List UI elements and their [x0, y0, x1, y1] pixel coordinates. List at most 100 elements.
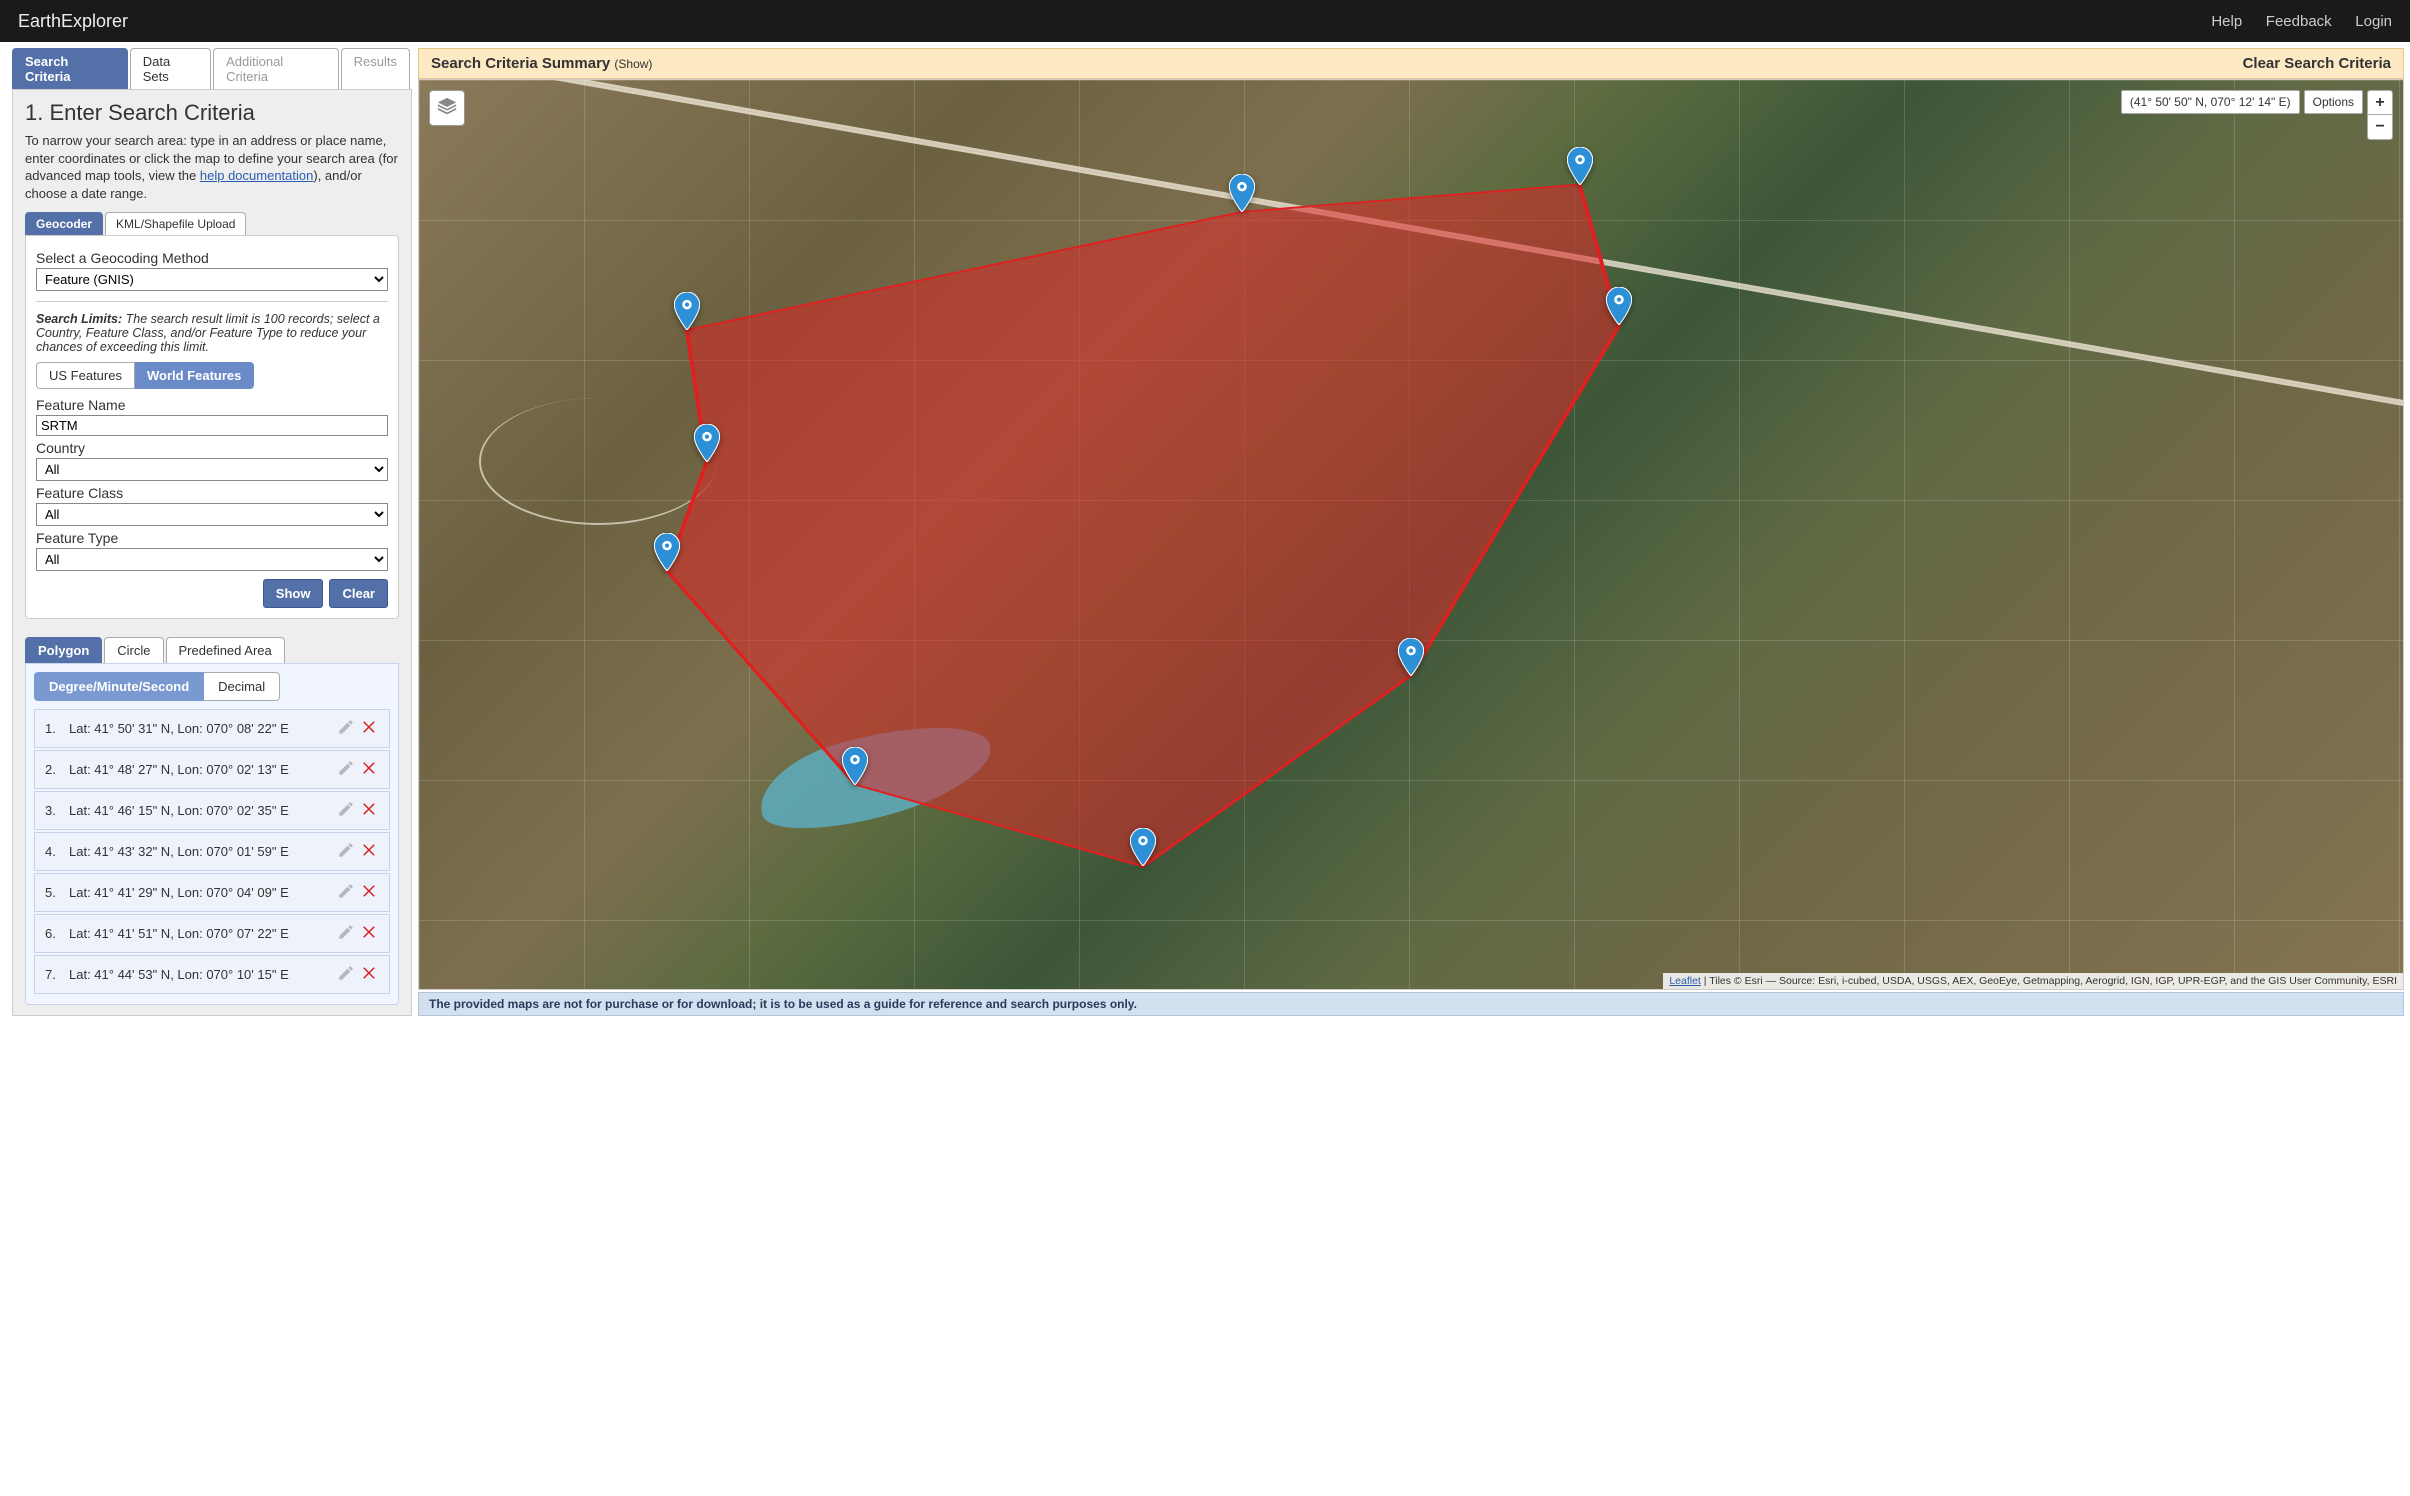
zoom-out-button[interactable]: −: [2368, 115, 2392, 139]
brand: EarthExplorer: [18, 11, 128, 32]
coord-row: 4.Lat: 41° 43' 32" N, Lon: 070° 01' 59" …: [34, 832, 390, 871]
clear-button[interactable]: Clear: [329, 579, 388, 608]
summary-bar: Search Criteria Summary (Show) Clear Sea…: [418, 48, 2404, 79]
edit-icon[interactable]: [337, 841, 355, 862]
layers-control[interactable]: [429, 90, 465, 126]
coord-index: 7.: [45, 967, 69, 982]
map-marker[interactable]: [1567, 147, 1593, 185]
map-marker[interactable]: [1606, 287, 1632, 325]
polygon-panel: Degree/Minute/Second Decimal 1.Lat: 41° …: [25, 663, 399, 1005]
dms-button[interactable]: Degree/Minute/Second: [34, 672, 204, 701]
feature-class-label: Feature Class: [36, 485, 388, 501]
edit-icon[interactable]: [337, 718, 355, 739]
edit-icon[interactable]: [337, 923, 355, 944]
edit-icon[interactable]: [337, 964, 355, 985]
area-tabs: Polygon Circle Predefined Area: [25, 637, 399, 663]
clear-search-criteria[interactable]: Clear Search Criteria: [2243, 55, 2391, 72]
show-button[interactable]: Show: [263, 579, 324, 608]
tab-data-sets[interactable]: Data Sets: [130, 48, 211, 89]
delete-icon[interactable]: [361, 759, 379, 780]
divider: [36, 301, 388, 302]
country-select[interactable]: All: [36, 458, 388, 481]
delete-icon[interactable]: [361, 718, 379, 739]
criteria-panel: 1. Enter Search Criteria To narrow your …: [12, 90, 412, 1016]
map-marker[interactable]: [1130, 828, 1156, 866]
panel-intro: To narrow your search area: type in an a…: [25, 132, 399, 202]
summary-show[interactable]: (Show): [614, 57, 652, 71]
map-marker[interactable]: [1229, 174, 1255, 212]
coord-row: 2.Lat: 41° 48' 27" N, Lon: 070° 02' 13" …: [34, 750, 390, 789]
summary-title-wrap: Search Criteria Summary (Show): [431, 55, 652, 72]
coord-index: 3.: [45, 803, 69, 818]
map[interactable]: (41° 50' 50" N, 070° 12' 14" E) Options …: [418, 79, 2404, 990]
coord-row: 6.Lat: 41° 41' 51" N, Lon: 070° 07' 22" …: [34, 914, 390, 953]
tab-polygon[interactable]: Polygon: [25, 637, 102, 663]
tab-circle[interactable]: Circle: [104, 637, 163, 663]
tab-additional-criteria[interactable]: Additional Criteria: [213, 48, 339, 89]
edit-icon[interactable]: [337, 882, 355, 903]
map-marker[interactable]: [674, 292, 700, 330]
login-link[interactable]: Login: [2355, 13, 2392, 30]
tab-predefined-area[interactable]: Predefined Area: [166, 637, 285, 663]
delete-icon[interactable]: [361, 882, 379, 903]
coord-list: 1.Lat: 41° 50' 31" N, Lon: 070° 08' 22" …: [34, 709, 390, 994]
map-options-button[interactable]: Options: [2304, 90, 2363, 114]
layers-icon: [436, 96, 458, 121]
leaflet-link[interactable]: Leaflet: [1669, 975, 1701, 987]
coord-text: Lat: 41° 43' 32" N, Lon: 070° 01' 59" E: [69, 844, 337, 859]
tab-results[interactable]: Results: [341, 48, 410, 89]
feature-class-select[interactable]: All: [36, 503, 388, 526]
coord-index: 1.: [45, 721, 69, 736]
edit-icon[interactable]: [337, 759, 355, 780]
feature-scope-group: US Features World Features: [36, 362, 388, 389]
coord-text: Lat: 41° 46' 15" N, Lon: 070° 02' 35" E: [69, 803, 337, 818]
tab-kml-upload[interactable]: KML/Shapefile Upload: [105, 212, 246, 235]
main-tabs: Search Criteria Data Sets Additional Cri…: [12, 48, 412, 90]
map-marker[interactable]: [1398, 638, 1424, 676]
coord-index: 2.: [45, 762, 69, 777]
zoom-in-button[interactable]: +: [2368, 91, 2392, 115]
help-link[interactable]: Help: [2211, 13, 2242, 30]
map-marker[interactable]: [694, 424, 720, 462]
map-marker[interactable]: [654, 533, 680, 571]
coord-format-group: Degree/Minute/Second Decimal: [34, 672, 390, 701]
coord-row: 5.Lat: 41° 41' 29" N, Lon: 070° 04' 09" …: [34, 873, 390, 912]
world-features-button[interactable]: World Features: [135, 362, 254, 389]
tab-geocoder[interactable]: Geocoder: [25, 212, 103, 235]
coord-text: Lat: 41° 41' 29" N, Lon: 070° 04' 09" E: [69, 885, 337, 900]
coord-text: Lat: 41° 41' 51" N, Lon: 070° 07' 22" E: [69, 926, 337, 941]
delete-icon[interactable]: [361, 923, 379, 944]
country-label: Country: [36, 440, 388, 456]
zoom-control: + −: [2367, 90, 2393, 140]
cursor-coords: (41° 50' 50" N, 070° 12' 14" E): [2121, 90, 2300, 114]
coord-row: 7.Lat: 41° 44' 53" N, Lon: 070° 10' 15" …: [34, 955, 390, 994]
decimal-button[interactable]: Decimal: [204, 672, 280, 701]
coord-text: Lat: 41° 48' 27" N, Lon: 070° 02' 13" E: [69, 762, 337, 777]
us-features-button[interactable]: US Features: [36, 362, 135, 389]
tab-search-criteria[interactable]: Search Criteria: [12, 48, 128, 89]
search-limits: Search Limits: The search result limit i…: [36, 312, 388, 354]
feature-name-input[interactable]: [36, 415, 388, 436]
coord-text: Lat: 41° 44' 53" N, Lon: 070° 10' 15" E: [69, 967, 337, 982]
help-doc-link[interactable]: help documentation: [200, 168, 313, 183]
edit-icon[interactable]: [337, 800, 355, 821]
delete-icon[interactable]: [361, 964, 379, 985]
delete-icon[interactable]: [361, 800, 379, 821]
map-disclaimer: The provided maps are not for purchase o…: [418, 992, 2404, 1016]
coord-index: 6.: [45, 926, 69, 941]
map-top-right: (41° 50' 50" N, 070° 12' 14" E) Options …: [2121, 90, 2393, 140]
coord-text: Lat: 41° 50' 31" N, Lon: 070° 08' 22" E: [69, 721, 337, 736]
feature-type-label: Feature Type: [36, 530, 388, 546]
sidebar: Search Criteria Data Sets Additional Cri…: [12, 48, 412, 1016]
geocoder-actions: Show Clear: [36, 579, 388, 608]
delete-icon[interactable]: [361, 841, 379, 862]
feedback-link[interactable]: Feedback: [2266, 13, 2332, 30]
top-bar: EarthExplorer Help Feedback Login: [0, 0, 2410, 42]
coord-index: 4.: [45, 844, 69, 859]
coord-row: 1.Lat: 41° 50' 31" N, Lon: 070° 08' 22" …: [34, 709, 390, 748]
geocoding-method-select[interactable]: Feature (GNIS): [36, 268, 388, 291]
feature-type-select[interactable]: All: [36, 548, 388, 571]
top-links: Help Feedback Login: [2191, 13, 2392, 30]
geocoder-tabs: Geocoder KML/Shapefile Upload: [25, 212, 399, 235]
map-marker[interactable]: [842, 747, 868, 785]
